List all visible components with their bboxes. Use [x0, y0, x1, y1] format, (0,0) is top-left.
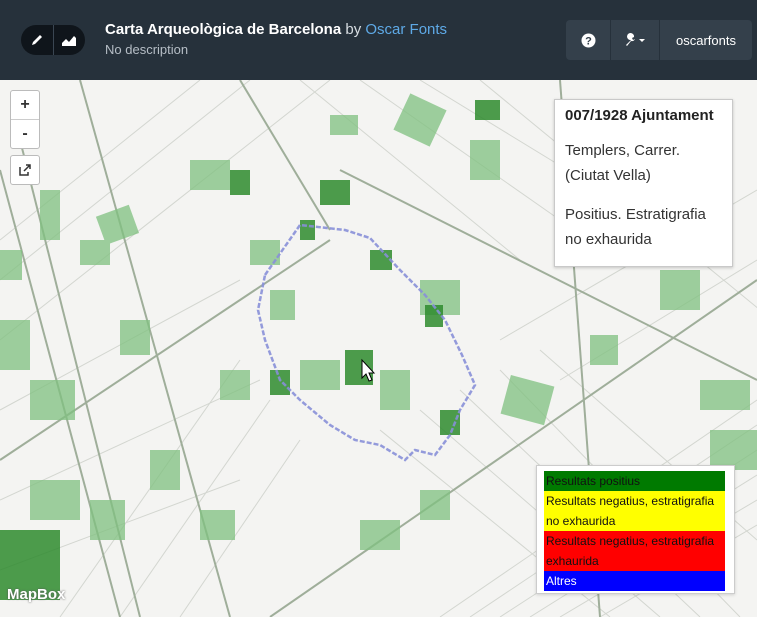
- share-button[interactable]: [10, 155, 40, 185]
- share-icon: [19, 164, 31, 176]
- legend-label: Resultats negatius, estratigrafia exhaur…: [546, 534, 715, 568]
- svg-text:?: ?: [585, 35, 592, 47]
- top-bar: Carta Arqueològica de Barcelona by Oscar…: [0, 0, 757, 80]
- by-label: by: [345, 21, 362, 38]
- mapbox-attribution[interactable]: MapBox: [7, 586, 65, 603]
- legend-item-negative-exhausted: Resultats negatius, estratigrafia exhaur…: [544, 531, 725, 571]
- zoom-in-button[interactable]: +: [11, 91, 39, 120]
- author-link[interactable]: Oscar Fonts: [365, 21, 447, 38]
- area-chart-icon: [62, 36, 77, 46]
- pencil-icon: [31, 35, 42, 45]
- popup-title: 007/1928 Ajuntament: [565, 107, 714, 124]
- legend-label: Resultats positius: [546, 474, 641, 488]
- help-button[interactable]: ?: [566, 20, 610, 60]
- zoom-control: + -: [10, 90, 40, 149]
- legend-item-other: Altres: [544, 571, 725, 591]
- legend-label: Altres: [546, 574, 577, 588]
- legend-item-negative-not-exhausted: Resultats negatius, estratigrafia no exh…: [544, 491, 725, 531]
- legend-item-positive: Resultats positius: [544, 471, 725, 491]
- legend-label: Resultats negatius, estratigrafia no exh…: [546, 494, 715, 528]
- chart-button[interactable]: [53, 25, 85, 55]
- map-title-text: Carta Arqueològica de Barcelona: [105, 21, 342, 38]
- zoom-out-button[interactable]: -: [11, 120, 39, 148]
- popup-address: Templers, Carrer. (Ciutat Vella): [565, 142, 681, 184]
- question-icon: ?: [581, 33, 595, 47]
- map-legend: Resultats positius Resultats negatius, e…: [536, 465, 735, 594]
- map-title: Carta Arqueològica de Barcelona by Oscar…: [105, 21, 447, 38]
- user-menu-button[interactable]: oscarfonts: [660, 20, 752, 60]
- popup-result: Positius. Estratigrafia no exhaurida: [565, 206, 706, 248]
- map-description: No description: [105, 42, 189, 57]
- wrench-icon: [626, 33, 645, 46]
- feature-popup: 007/1928 Ajuntament Templers, Carrer. (C…: [554, 99, 733, 267]
- edit-button[interactable]: [21, 25, 53, 55]
- tools-menu-button[interactable]: [611, 20, 659, 60]
- mode-toggle: [21, 25, 85, 55]
